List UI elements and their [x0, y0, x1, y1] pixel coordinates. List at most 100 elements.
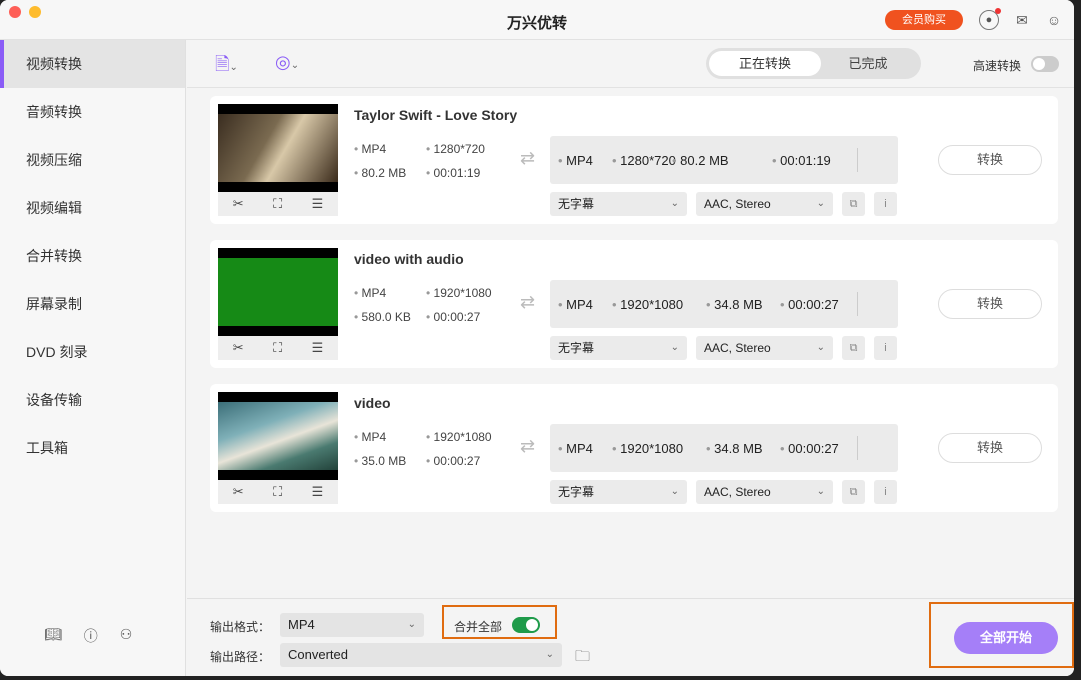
subtitle-edit-icon[interactable]: ⧉	[842, 336, 865, 360]
sidebar-item-dvd-burn[interactable]: DVD 刻录	[0, 328, 185, 376]
sidebar-item-toolbox[interactable]: 工具箱	[0, 424, 185, 472]
subtitle-value: 无字幕	[558, 341, 594, 355]
video-thumbnail[interactable]	[218, 392, 338, 480]
convert-button[interactable]: 转换	[938, 433, 1042, 463]
sidebar-item-video-edit[interactable]: 视频编辑	[0, 184, 185, 232]
fast-convert-toggle[interactable]	[1031, 56, 1059, 72]
subtitle-select[interactable]: 无字幕 ⌄	[550, 480, 687, 504]
book-icon[interactable]: 📖︎	[44, 626, 62, 646]
target-format: MP4	[558, 297, 593, 312]
output-path-label: 输出路径：	[210, 648, 270, 665]
target-size: 80.2 MB	[672, 153, 729, 168]
output-format-label: 输出格式：	[210, 618, 270, 635]
chevron-down-icon: ⌄	[671, 336, 679, 360]
crop-icon[interactable]: ⛶	[273, 484, 282, 500]
audio-value: AAC, Stereo	[704, 197, 771, 211]
shuffle-icon: ⇄	[520, 292, 535, 313]
source-format: MP4	[354, 430, 386, 444]
vip-purchase-button[interactable]: 会员购买	[885, 10, 963, 30]
source-resolution: 1920*1080	[426, 286, 492, 300]
file-title: video with audio	[354, 251, 464, 267]
highlight-box	[442, 605, 557, 639]
shuffle-icon: ⇄	[520, 436, 535, 457]
folder-icon[interactable]: 🗀	[575, 646, 590, 671]
file-title: video	[354, 395, 391, 411]
target-settings[interactable]: MP4 1280*720 80.2 MB 00:01:19	[550, 136, 898, 184]
target-format: MP4	[558, 441, 593, 456]
source-format: MP4	[354, 286, 386, 300]
notification-dot	[995, 8, 1001, 14]
chevron-down-icon: ⌄	[671, 480, 679, 504]
file-card: ✂ ⛶ ☰ Taylor Swift - Love Story MP4 1280*7…	[210, 96, 1058, 224]
output-path-select[interactable]: Converted⌄	[280, 643, 562, 667]
shuffle-icon: ⇄	[520, 148, 535, 169]
target-size: 34.8 MB	[706, 297, 763, 312]
status-tabs: 正在转换 已完成	[706, 48, 921, 79]
mail-icon[interactable]: ✉	[1012, 10, 1032, 30]
sidebar-item-merge[interactable]: 合并转换	[0, 232, 185, 280]
target-duration: 00:00:27	[780, 441, 839, 456]
audio-value: AAC, Stereo	[704, 341, 771, 355]
target-duration: 00:01:19	[772, 153, 831, 168]
chevron-down-icon: ⌄	[817, 336, 825, 360]
fast-convert-label: 高速转换	[973, 57, 1021, 74]
crop-icon[interactable]: ⛶	[273, 196, 282, 212]
chevron-down-icon: ⌄	[817, 480, 825, 504]
sidebar-item-video-compress[interactable]: 视频压缩	[0, 136, 185, 184]
subtitle-edit-icon[interactable]: ⧉	[842, 480, 865, 504]
tab-completed[interactable]: 已完成	[812, 51, 924, 76]
convert-button[interactable]: 转换	[938, 289, 1042, 319]
source-duration: 00:00:27	[426, 454, 480, 468]
chevron-down-icon: ⌄	[408, 613, 416, 637]
help-icon[interactable]: ⓘ	[84, 626, 98, 646]
trim-icon[interactable]: ✂	[233, 196, 244, 212]
info-icon[interactable]: i	[874, 192, 897, 216]
target-settings[interactable]: MP4 1920*1080 34.8 MB 00:00:27	[550, 424, 898, 472]
sidebar-item-video-convert[interactable]: 视频转换	[0, 40, 185, 88]
file-title: Taylor Swift - Love Story	[354, 107, 517, 123]
audio-select[interactable]: AAC, Stereo⌄	[696, 480, 833, 504]
sidebar: 视频转换 音频转换 视频压缩 视频编辑 合并转换 屏幕录制 DVD 刻录 设备传…	[0, 40, 186, 676]
info-icon[interactable]: i	[874, 480, 897, 504]
file-card: ✂ ⛶ ☰ video with audio MP4 1920*1080 580.0…	[210, 240, 1058, 368]
sidebar-item-device-transfer[interactable]: 设备传输	[0, 376, 185, 424]
subtitle-select[interactable]: 无字幕 ⌄	[550, 336, 687, 360]
sidebar-item-audio-convert[interactable]: 音频转换	[0, 88, 185, 136]
add-file-icon[interactable]: 🗎︎⌄	[215, 52, 238, 82]
trim-icon[interactable]: ✂	[233, 340, 244, 356]
target-size: 34.8 MB	[706, 441, 763, 456]
output-format-select[interactable]: MP4⌄	[280, 613, 424, 637]
audio-select[interactable]: AAC, Stereo ⌄	[696, 336, 833, 360]
source-duration: 00:00:27	[426, 310, 480, 324]
source-size: 580.0 KB	[354, 310, 411, 324]
subtitle-value: 无字幕	[558, 485, 594, 499]
source-resolution: 1920*1080	[426, 430, 492, 444]
tab-converting[interactable]: 正在转换	[709, 51, 821, 76]
video-thumbnail[interactable]	[218, 248, 338, 336]
info-icon[interactable]: i	[874, 336, 897, 360]
source-resolution: 1280*720	[426, 142, 485, 156]
file-card: ✂⛶☰ video MP4 1920*1080 35.0 MB 00:00:27…	[210, 384, 1058, 512]
subtitle-select[interactable]: 无字幕⌄	[550, 192, 687, 216]
effects-icon[interactable]: ☰	[312, 484, 324, 500]
sidebar-item-screen-record[interactable]: 屏幕录制	[0, 280, 185, 328]
start-all-button[interactable]: 全部开始	[954, 622, 1058, 654]
add-dvd-icon[interactable]: ◎⌄	[275, 52, 299, 73]
effects-icon[interactable]: ☰	[312, 196, 324, 212]
target-settings[interactable]: MP4 1920*1080 34.8 MB 00:00:27	[550, 280, 898, 328]
subtitle-edit-icon[interactable]: ⧉	[842, 192, 865, 216]
audio-select[interactable]: AAC, Stereo⌄	[696, 192, 833, 216]
crop-icon[interactable]: ⛶	[273, 340, 282, 356]
convert-button[interactable]: 转换	[938, 145, 1042, 175]
toolbar: 🗎︎⌄ ◎⌄ 正在转换 已完成 高速转换	[187, 40, 1074, 88]
feedback-icon[interactable]: ☺	[1044, 10, 1064, 30]
subtitle-value: 无字幕	[558, 197, 594, 211]
effects-icon[interactable]: ☰	[312, 340, 324, 356]
trim-icon[interactable]: ✂	[233, 484, 244, 500]
source-format: MP4	[354, 142, 386, 156]
users-icon[interactable]: ⚇	[120, 626, 133, 646]
video-thumbnail[interactable]	[218, 104, 338, 192]
target-format: MP4	[558, 153, 593, 168]
target-duration: 00:00:27	[780, 297, 839, 312]
app-window: 万兴优转 会员购买 ● ✉ ☺ 视频转换 音频转换 视频压缩 视频编辑 合并转换…	[0, 0, 1074, 676]
